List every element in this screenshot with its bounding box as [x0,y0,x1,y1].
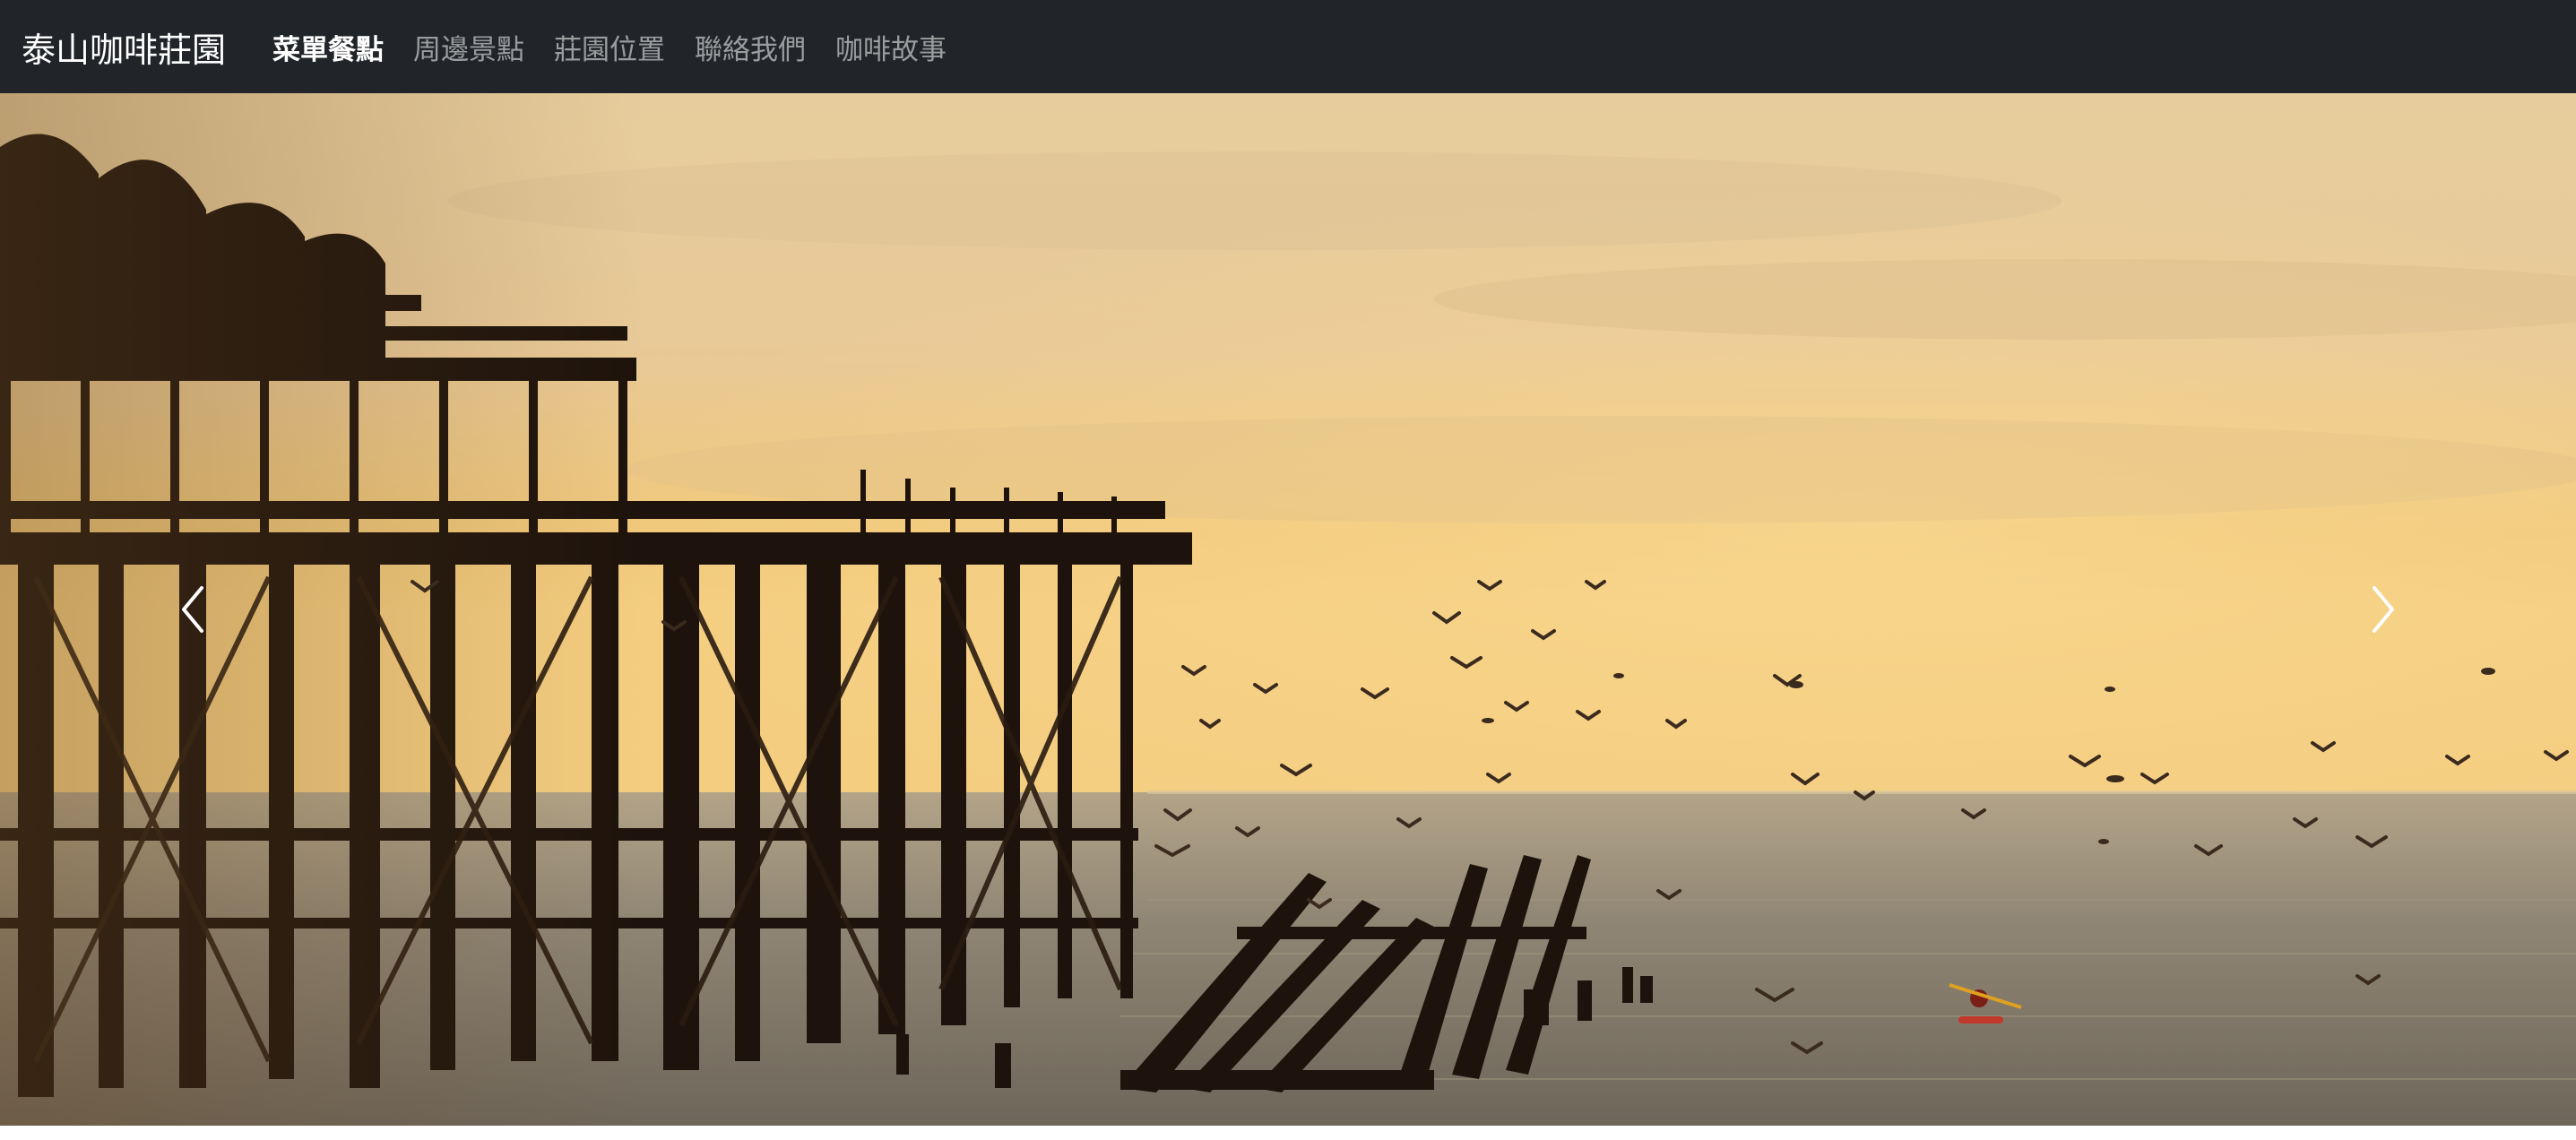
nav-item-story: 咖啡故事 [835,27,976,67]
brand-logo-link[interactable]: 泰山咖啡莊園 [22,22,226,72]
top-navbar: 泰山咖啡莊園 菜單餐點 周邊景點 莊園位置 聯絡我們 咖啡故事 [0,0,2576,93]
carousel-next-button[interactable] [2191,93,2576,1126]
nav-item-menu: 菜單餐點 [272,27,413,67]
nav-link-menu[interactable]: 菜單餐點 [272,27,384,67]
nav-link-story[interactable]: 咖啡故事 [835,27,947,67]
chevron-right-icon [2373,586,2394,633]
carousel-prev-button[interactable] [0,93,385,1126]
page-bottom-background [0,1126,2576,1140]
nav-item-attractions: 周邊景點 [413,27,554,67]
nav-link-location[interactable]: 莊園位置 [554,27,665,67]
hero-carousel [0,93,2576,1126]
nav-link-attractions[interactable]: 周邊景點 [413,27,524,67]
chevron-left-icon [182,586,203,633]
sunset-pier-image [0,93,2576,1126]
nav-item-contact: 聯絡我們 [695,27,835,67]
nav-link-contact[interactable]: 聯絡我們 [695,27,806,67]
nav-menu: 菜單餐點 周邊景點 莊園位置 聯絡我們 咖啡故事 [272,27,976,67]
nav-item-location: 莊園位置 [554,27,695,67]
